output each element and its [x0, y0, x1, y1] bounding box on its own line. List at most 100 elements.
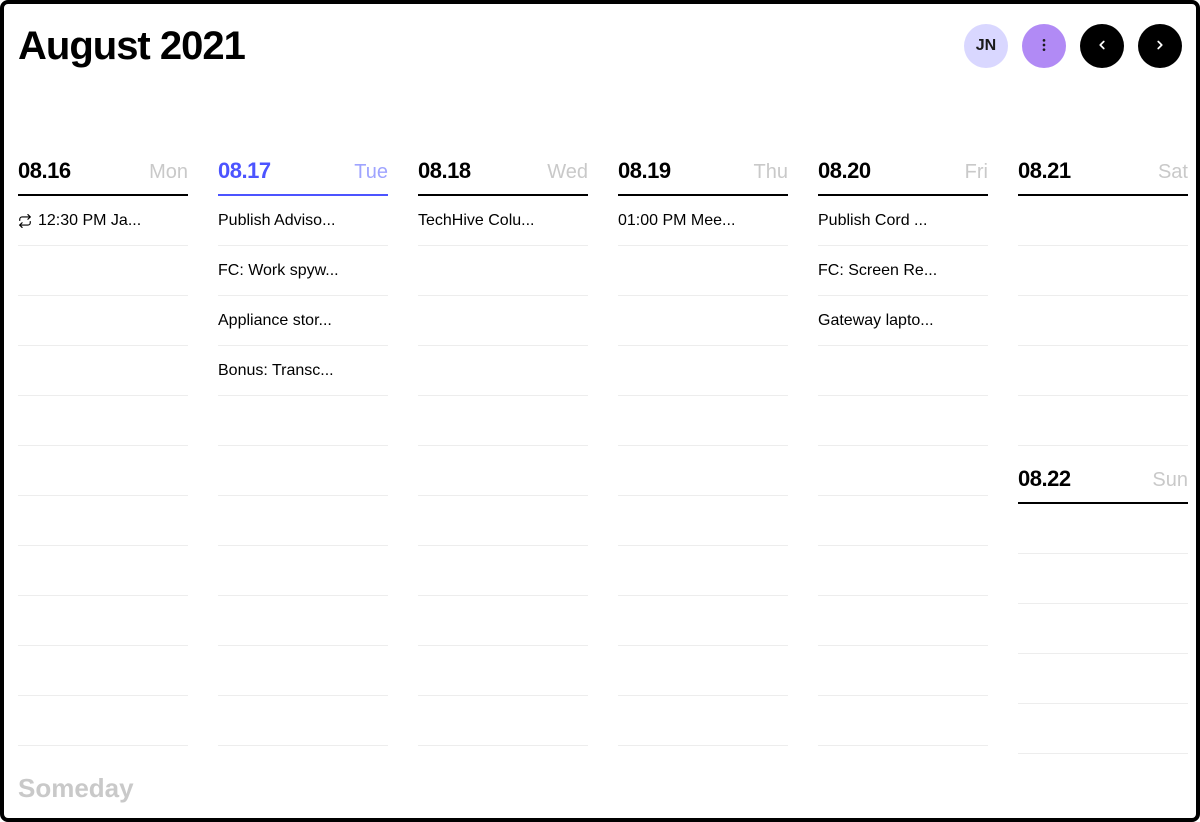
- task-row[interactable]: [418, 646, 588, 696]
- task-row[interactable]: [1018, 196, 1188, 246]
- week-grid: 08.16 Mon 12:30 PM Ja... 08.17 Tue Publi…: [18, 158, 1182, 778]
- user-avatar[interactable]: JN: [964, 24, 1008, 68]
- task-text: FC: Work spyw...: [218, 262, 388, 280]
- task-row[interactable]: [818, 696, 988, 746]
- task-row[interactable]: [1018, 704, 1188, 754]
- task-row[interactable]: [618, 496, 788, 546]
- task-text: Gateway lapto...: [818, 312, 988, 330]
- day-header[interactable]: 08.16 Mon: [18, 158, 188, 196]
- task-row[interactable]: [218, 596, 388, 646]
- task-row[interactable]: [18, 396, 188, 446]
- task-row[interactable]: Appliance stor...: [218, 296, 388, 346]
- task-row[interactable]: [1018, 246, 1188, 296]
- task-row[interactable]: TechHive Colu...: [418, 196, 588, 246]
- task-text: TechHive Colu...: [418, 212, 588, 230]
- day-of-week: Thu: [754, 161, 788, 184]
- task-row[interactable]: [818, 646, 988, 696]
- task-row[interactable]: [1018, 346, 1188, 396]
- task-row[interactable]: [618, 696, 788, 746]
- next-week-button[interactable]: [1138, 24, 1182, 68]
- task-row[interactable]: [818, 396, 988, 446]
- task-row[interactable]: [818, 446, 988, 496]
- task-row[interactable]: [18, 596, 188, 646]
- task-row[interactable]: Publish Adviso...: [218, 196, 388, 246]
- task-row[interactable]: [618, 546, 788, 596]
- task-row[interactable]: [18, 696, 188, 746]
- day-header[interactable]: 08.22 Sun: [1018, 466, 1188, 504]
- task-row[interactable]: [1018, 504, 1188, 554]
- task-row[interactable]: [618, 646, 788, 696]
- chevron-right-icon: [1153, 38, 1167, 55]
- task-row[interactable]: [818, 346, 988, 396]
- task-row[interactable]: [18, 246, 188, 296]
- task-row[interactable]: [618, 446, 788, 496]
- task-text: Bonus: Transc...: [218, 362, 388, 380]
- task-row[interactable]: [1018, 654, 1188, 704]
- more-menu-button[interactable]: [1022, 24, 1066, 68]
- task-row[interactable]: [418, 396, 588, 446]
- task-row[interactable]: [818, 596, 988, 646]
- day-block-sat: 08.21 Sat: [1018, 158, 1188, 446]
- task-row[interactable]: [18, 496, 188, 546]
- task-row[interactable]: [418, 546, 588, 596]
- task-row[interactable]: [18, 646, 188, 696]
- prev-week-button[interactable]: [1080, 24, 1124, 68]
- day-date: 08.22: [1018, 466, 1071, 492]
- task-row[interactable]: [218, 546, 388, 596]
- task-row[interactable]: [18, 546, 188, 596]
- task-row[interactable]: 12:30 PM Ja...: [18, 196, 188, 246]
- task-row[interactable]: [618, 346, 788, 396]
- task-row[interactable]: [218, 396, 388, 446]
- task-row[interactable]: [218, 446, 388, 496]
- task-row[interactable]: [418, 696, 588, 746]
- task-row[interactable]: [418, 496, 588, 546]
- task-row[interactable]: FC: Screen Re...: [818, 246, 988, 296]
- day-header[interactable]: 08.21 Sat: [1018, 158, 1188, 196]
- task-row[interactable]: Bonus: Transc...: [218, 346, 388, 396]
- day-header[interactable]: 08.17 Tue: [218, 158, 388, 196]
- task-row[interactable]: [18, 346, 188, 396]
- task-row[interactable]: [218, 496, 388, 546]
- task-row[interactable]: [618, 596, 788, 646]
- task-row[interactable]: [1018, 554, 1188, 604]
- page-title: August 2021: [18, 24, 245, 69]
- day-column-fri: 08.20 Fri Publish Cord ...FC: Screen Re.…: [818, 158, 988, 778]
- task-row[interactable]: [418, 596, 588, 646]
- day-block-sun: 08.22 Sun: [1018, 466, 1188, 754]
- day-header[interactable]: 08.19 Thu: [618, 158, 788, 196]
- task-row[interactable]: 01:00 PM Mee...: [618, 196, 788, 246]
- task-row[interactable]: [818, 546, 988, 596]
- task-row[interactable]: Publish Cord ...: [818, 196, 988, 246]
- task-row[interactable]: [218, 696, 388, 746]
- task-row[interactable]: [618, 246, 788, 296]
- task-row[interactable]: Gateway lapto...: [818, 296, 988, 346]
- task-row[interactable]: [418, 446, 588, 496]
- task-row[interactable]: FC: Work spyw...: [218, 246, 388, 296]
- task-row[interactable]: [618, 396, 788, 446]
- task-row[interactable]: [18, 296, 188, 346]
- task-row[interactable]: [18, 446, 188, 496]
- task-row[interactable]: [418, 296, 588, 346]
- day-column-weekend: 08.21 Sat 08.22 Sun: [1018, 158, 1188, 778]
- task-row[interactable]: [418, 346, 588, 396]
- task-row[interactable]: [618, 296, 788, 346]
- task-text: 12:30 PM Ja...: [38, 212, 188, 230]
- day-column-tue: 08.17 Tue Publish Adviso... FC: Work spyw…: [218, 158, 388, 778]
- someday-section-label[interactable]: Someday: [18, 773, 134, 804]
- task-row[interactable]: [1018, 396, 1188, 446]
- task-row[interactable]: [418, 246, 588, 296]
- day-header[interactable]: 08.18 Wed: [418, 158, 588, 196]
- header-actions: JN: [964, 24, 1182, 68]
- day-of-week: Sun: [1152, 469, 1188, 492]
- task-row[interactable]: [818, 496, 988, 546]
- day-of-week: Mon: [149, 161, 188, 184]
- task-row[interactable]: [218, 646, 388, 696]
- task-text: Publish Adviso...: [218, 212, 388, 230]
- day-of-week: Tue: [354, 161, 388, 184]
- task-row[interactable]: [1018, 604, 1188, 654]
- task-text: 01:00 PM Mee...: [618, 212, 788, 230]
- task-rows: [1018, 504, 1188, 754]
- more-vertical-icon: [1036, 37, 1052, 56]
- day-header[interactable]: 08.20 Fri: [818, 158, 988, 196]
- task-row[interactable]: [1018, 296, 1188, 346]
